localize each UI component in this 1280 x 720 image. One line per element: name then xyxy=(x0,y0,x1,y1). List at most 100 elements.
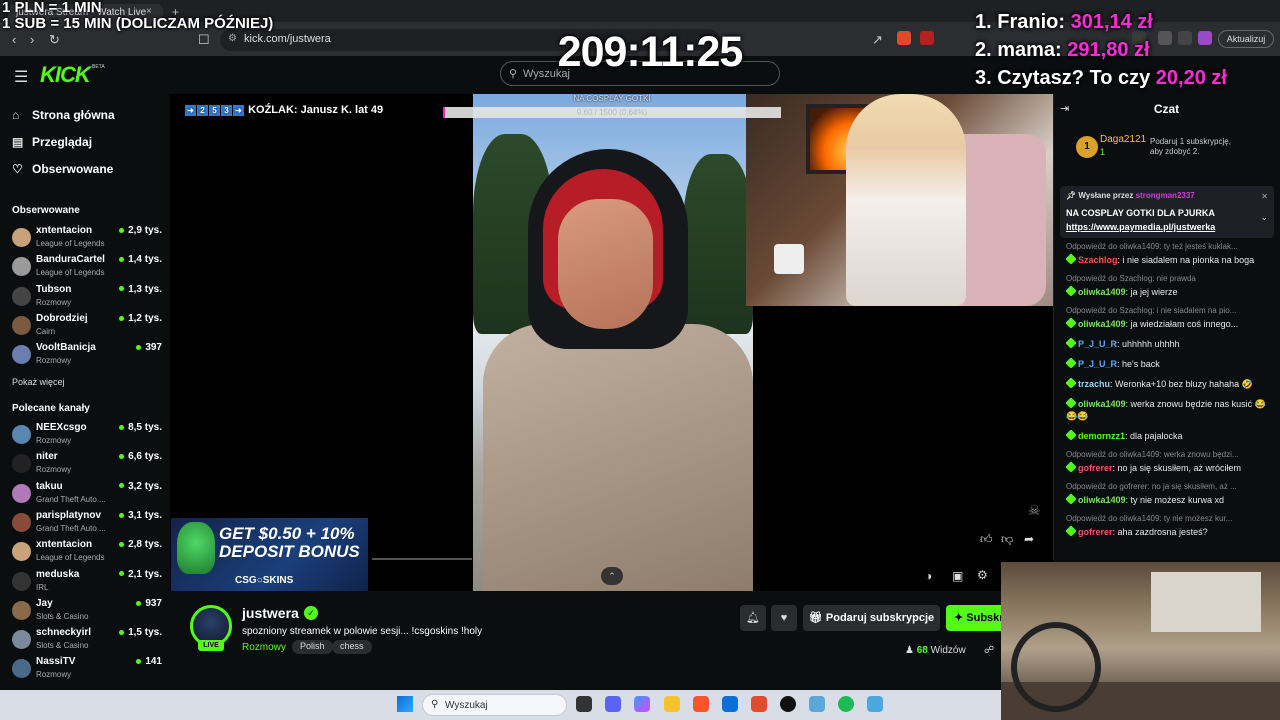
channel-name: meduska xyxy=(36,568,80,580)
kozlak-overlay: ➜ 2 5 3 ➜ KOŹLAK: Janusz K. lat 49 xyxy=(185,104,383,116)
leaderboard-entry: 1. Franio: 301,14 zł xyxy=(975,8,1227,36)
notification-bell-button[interactable]: 🔔︎ xyxy=(740,605,766,631)
taskbar-search[interactable]: ⚲ Wyszukaj xyxy=(422,694,567,716)
leaderboard-amount: 20,20 zł xyxy=(1155,67,1227,89)
chat-message[interactable]: trzachu: Weronka+10 bez bluzy hahaha 🤣 xyxy=(1065,377,1266,390)
windows-start-icon[interactable] xyxy=(397,696,413,712)
menu-icon[interactable]: ☰ xyxy=(14,67,28,87)
chat-username[interactable]: oliwka1409 xyxy=(1078,287,1126,297)
channel-avatar-icon xyxy=(12,600,31,620)
discord-icon[interactable] xyxy=(605,696,621,712)
obs-icon[interactable] xyxy=(780,696,796,712)
share-channel-icon[interactable]: ☍ xyxy=(984,645,994,656)
sidebar-item-following[interactable]: ♡ Obserwowane xyxy=(12,162,113,176)
channel-avatar-icon xyxy=(12,454,31,474)
thumbs-up-icon[interactable]: 👍︎ xyxy=(980,532,993,547)
file-explorer-icon[interactable] xyxy=(664,696,680,712)
pinned-message[interactable]: 📌︎ Wysłane przez strongman2337 NA COSPLA… xyxy=(1060,186,1274,238)
chat-message[interactable]: oliwka1409: ty nie możesz kurwa xd xyxy=(1065,493,1266,506)
sidebar-item-browse[interactable]: ▤ Przeglądaj xyxy=(12,135,92,149)
stream-category[interactable]: Rozmowy xyxy=(242,642,286,653)
show-more-link[interactable]: Pokaż więcej xyxy=(12,377,65,387)
chat-username[interactable]: Szachlog xyxy=(1078,255,1118,265)
chat-username[interactable]: oliwka1409 xyxy=(1078,495,1126,505)
badge-icon xyxy=(1065,461,1077,473)
store-icon[interactable] xyxy=(722,696,738,712)
chat-message[interactable]: oliwka1409: werka znowu będzie nas kusić… xyxy=(1065,397,1266,422)
task-view-icon[interactable] xyxy=(576,696,592,712)
gift-leaderboard-user[interactable]: Daga2121 xyxy=(1100,134,1146,145)
recommended-channel[interactable]: parisplatynov Grand Theft Auto ... 3,1 tys… xyxy=(12,510,162,538)
recommended-channel[interactable]: NassiTV Rozmowy 141 xyxy=(12,656,162,684)
follow-button[interactable]: ♥ xyxy=(771,605,797,631)
chevron-down-icon[interactable]: ⌄ xyxy=(1260,212,1268,223)
pinned-link[interactable]: https://www.paymedia.pl/justwerka xyxy=(1066,222,1215,232)
chat-message[interactable]: oliwka1409: ja wiedziałam coś innego... xyxy=(1065,317,1266,330)
site-info-icon[interactable]: ⚙ xyxy=(228,33,237,44)
recommended-channel[interactable]: NEEXcsgo Rozmowy 8,5 tys. xyxy=(12,422,162,450)
tag-polish[interactable]: Polish xyxy=(292,640,333,654)
thumbs-down-icon[interactable]: 👎︎ xyxy=(1001,532,1013,547)
notepad-icon[interactable] xyxy=(867,696,883,712)
chat-username[interactable]: oliwka1409 xyxy=(1078,399,1126,409)
share-icon[interactable]: ➦ xyxy=(1024,532,1034,546)
recommended-channel[interactable]: niter Rozmowy 6,6 tys. xyxy=(12,451,162,479)
recommended-section-title: Polecane kanały xyxy=(12,403,90,414)
heart-icon: ♥ xyxy=(780,612,788,624)
brave-shield-icon[interactable] xyxy=(897,31,911,45)
recommended-channel[interactable]: schneckyirl Slots & Casino 1,5 tys. xyxy=(12,627,162,655)
chat-message[interactable]: P_J_U_R: he's back xyxy=(1065,357,1266,370)
recommended-channel[interactable]: meduska IRL 2,1 tys. xyxy=(12,569,162,597)
followed-channel[interactable]: VooltBanicja Rozmowy 397 xyxy=(12,342,162,370)
video-facecam xyxy=(746,94,1053,306)
theater-mode-icon[interactable]: ▣ xyxy=(952,569,963,583)
recommended-channel[interactable]: xntentacion League of Legends 2,8 tys. xyxy=(12,539,162,567)
recommended-channel[interactable]: takuu Grand Theft Auto ... 3,2 tys. xyxy=(12,481,162,509)
channel-viewers: 6,6 tys. xyxy=(119,451,162,462)
kick-logo[interactable]: KICK xyxy=(40,62,91,88)
channel-avatar-icon xyxy=(12,228,31,247)
followed-channel[interactable]: BanduraCartel League of Legends 1,4 tys. xyxy=(12,254,162,282)
hide-pinned-icon[interactable]: ✕ xyxy=(1261,192,1268,201)
promo-banner[interactable]: GET $0.50 + 10% DEPOSIT BONUS CSG○SKINS xyxy=(171,518,368,591)
followed-channel[interactable]: Dobrodziej Cairn 1,2 tys. xyxy=(12,313,162,341)
chat-username[interactable]: P_J_U_R xyxy=(1078,359,1117,369)
spotify-icon[interactable] xyxy=(838,696,854,712)
chat-username[interactable]: gofrerer xyxy=(1078,527,1113,537)
chat-message[interactable]: gofrerer: aha zazdrosna jesteś? xyxy=(1065,525,1266,538)
chat-username[interactable]: gofrerer xyxy=(1078,463,1113,473)
brave-icon[interactable] xyxy=(693,696,709,712)
chat-username[interactable]: trzachu xyxy=(1078,379,1110,389)
gift-subs-button[interactable]: 🎁︎ Podaruj subskrypcje xyxy=(803,605,940,631)
promo-line1: GET $0.50 + 10% xyxy=(219,524,355,543)
chat-username[interactable]: demornzz1 xyxy=(1078,431,1125,441)
chevron-up-icon[interactable]: ⌃ xyxy=(601,567,623,585)
forward-icon[interactable]: › xyxy=(30,32,34,47)
chat-username[interactable]: P_J_U_R xyxy=(1078,339,1117,349)
recommended-channel[interactable]: Jay Slots & Casino 937 xyxy=(12,598,162,626)
chat-message[interactable]: Szachlog: i nie siadalem na pionka na bo… xyxy=(1065,253,1266,266)
chat-message[interactable]: P_J_U_R: uhhhhh uhhhh xyxy=(1065,337,1266,350)
toggle-icon[interactable]: ◑ xyxy=(925,569,932,583)
copilot-icon[interactable] xyxy=(634,696,650,712)
followed-channel[interactable]: xntentacion League of Legends 2,9 tys. xyxy=(12,225,162,253)
channel-name[interactable]: justwera xyxy=(242,605,299,621)
tag-chess[interactable]: chess xyxy=(332,640,372,654)
video-progress-track[interactable] xyxy=(372,558,472,560)
chat-message[interactable]: demornzz1: dla pajalocka xyxy=(1065,429,1266,442)
chat-message[interactable]: oliwka1409: ja jej wierze xyxy=(1065,285,1266,298)
reload-icon[interactable]: ↻ xyxy=(49,32,60,48)
sidebar-item-home[interactable]: ⌂ Strona główna xyxy=(12,108,115,122)
subscribe-button[interactable]: ✦ Subskrybuj xyxy=(946,605,1002,631)
chat-message[interactable]: gofrerer: no ja się skusiłem, aż wróciłe… xyxy=(1065,461,1266,474)
chat-username[interactable]: oliwka1409 xyxy=(1078,319,1126,329)
channel-name: Dobrodziej xyxy=(36,312,88,324)
settings-icon[interactable]: ⚙ xyxy=(977,568,988,582)
brave-rewards-icon[interactable] xyxy=(920,31,934,45)
share-page-icon[interactable]: ↗ xyxy=(872,32,883,48)
followed-channel[interactable]: Tubson Rozmowy 1,3 tys. xyxy=(12,284,162,312)
bookmark-icon[interactable]: ☐ xyxy=(198,32,210,48)
photos-icon[interactable] xyxy=(809,696,825,712)
brave-taskbar-icon[interactable] xyxy=(751,696,767,712)
back-icon[interactable]: ‹ xyxy=(12,32,16,47)
